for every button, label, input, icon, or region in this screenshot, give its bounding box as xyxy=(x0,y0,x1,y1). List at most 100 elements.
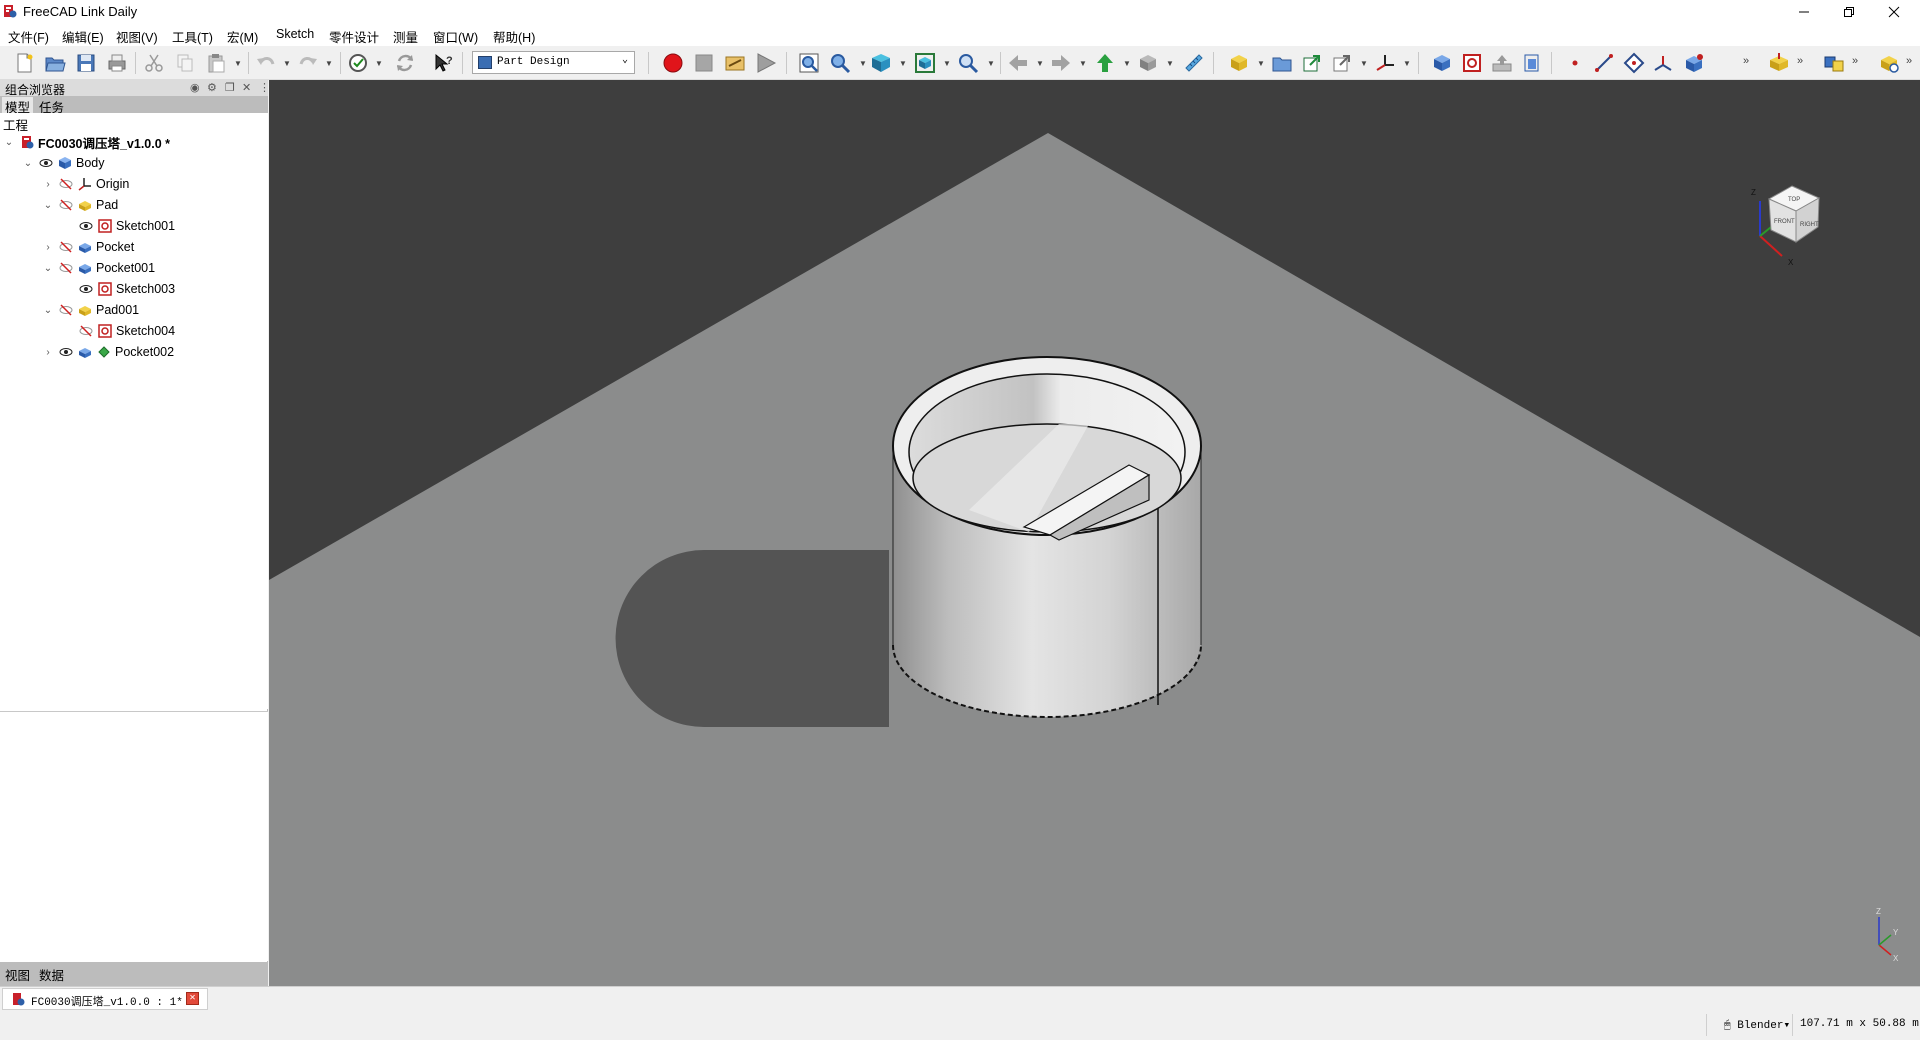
chevron-down-icon[interactable]: ⌄ xyxy=(42,263,54,274)
property-view[interactable] xyxy=(0,711,268,961)
link-actions-button[interactable] xyxy=(1330,51,1354,75)
tree-item-pocket002[interactable]: › Pocket002 xyxy=(42,342,174,362)
whats-this-button[interactable]: ? xyxy=(431,51,455,75)
new-document-button[interactable] xyxy=(12,51,36,75)
tree-item-pad[interactable]: ⌄ Pad xyxy=(42,195,118,215)
tree-item-sketch001[interactable]: Sketch001 xyxy=(78,216,175,236)
macro-record-button[interactable] xyxy=(661,51,685,75)
close-window-button[interactable] xyxy=(1872,0,1916,24)
edit-sketch-button[interactable] xyxy=(1460,51,1484,75)
recompute-button[interactable] xyxy=(393,51,417,75)
measure-button[interactable] xyxy=(1877,51,1901,75)
doc-tab-active[interactable]: FC0030调压塔_v1.0.0 : 1* ✕ xyxy=(2,988,208,1010)
menu-window[interactable]: 窗口(W) xyxy=(433,27,478,46)
open-button[interactable] xyxy=(43,51,67,75)
view-back-button[interactable] xyxy=(1006,51,1030,75)
chevron-down-icon[interactable]: ⌄ xyxy=(42,305,54,316)
fit-selection-button[interactable] xyxy=(828,51,852,75)
tab-view[interactable]: 视图 xyxy=(2,965,33,984)
toolbar-overflow-2[interactable]: » xyxy=(1797,55,1803,67)
part-link-button[interactable] xyxy=(1136,51,1160,75)
3d-scene[interactable] xyxy=(269,80,1920,986)
datum-button[interactable] xyxy=(1373,51,1397,75)
tree-item-body[interactable]: ⌄ Body xyxy=(22,153,105,173)
save-button[interactable] xyxy=(74,51,98,75)
panel-close-icon[interactable]: ✕ xyxy=(242,81,251,94)
menu-measure[interactable]: 测量 xyxy=(393,27,418,46)
eye-icon[interactable] xyxy=(78,281,94,297)
tree-item-pad001[interactable]: ⌄ Pad001 xyxy=(42,300,139,320)
menu-macro[interactable]: 宏(M) xyxy=(227,27,258,46)
eye-hidden-icon[interactable] xyxy=(58,197,74,213)
local-cs-button[interactable] xyxy=(1651,51,1675,75)
menu-part-design[interactable]: 零件设计 xyxy=(329,27,379,46)
paste-button[interactable] xyxy=(204,51,228,75)
copy-button[interactable] xyxy=(173,51,197,75)
send-to-python-button[interactable] xyxy=(1093,51,1117,75)
chevron-down-icon[interactable]: ⌄ xyxy=(22,158,34,169)
eye-hidden-icon[interactable] xyxy=(78,323,94,339)
tab-data[interactable]: 数据 xyxy=(36,965,67,984)
cut-button[interactable] xyxy=(142,51,166,75)
create-body-button[interactable] xyxy=(1227,51,1251,75)
create-part-button[interactable] xyxy=(1270,51,1294,75)
menu-view[interactable]: 视图(V) xyxy=(116,27,158,46)
menu-sketch[interactable]: Sketch xyxy=(276,27,314,41)
navigation-style-selector[interactable]: 🖱 Blender▾ xyxy=(1724,1018,1790,1032)
create-link-button[interactable] xyxy=(1300,51,1324,75)
print-button[interactable] xyxy=(105,51,129,75)
tree-item-sketch003[interactable]: Sketch003 xyxy=(78,279,175,299)
toolbar-overflow-3[interactable]: » xyxy=(1852,55,1858,67)
undo-button[interactable] xyxy=(254,51,278,75)
macro-run-button[interactable] xyxy=(754,51,778,75)
toolbar-overflow-1[interactable]: » xyxy=(1743,55,1749,67)
tree-item-origin[interactable]: › Origin xyxy=(42,174,129,194)
view-forward-button[interactable] xyxy=(1049,51,1073,75)
close-icon[interactable]: ✕ xyxy=(186,992,199,1005)
menu-tools[interactable]: 工具(T) xyxy=(172,27,213,46)
eye-hidden-icon[interactable] xyxy=(58,302,74,318)
panel-settings-icon[interactable]: ⚙ xyxy=(207,81,217,94)
menu-edit[interactable]: 编辑(E) xyxy=(62,27,104,46)
macro-stop-button[interactable] xyxy=(692,51,716,75)
pad-button[interactable] xyxy=(1767,51,1791,75)
chevron-right-icon[interactable]: › xyxy=(42,242,54,253)
chevron-down-icon[interactable]: ⌄ xyxy=(42,200,54,211)
minimize-button[interactable] xyxy=(1782,0,1826,24)
eye-icon[interactable] xyxy=(38,155,54,171)
tree-item-document[interactable]: ⌄ FC0030调压塔_v1.0.0 * xyxy=(3,132,170,152)
bounding-box-button[interactable] xyxy=(913,51,937,75)
datum-point-button[interactable] xyxy=(1563,51,1587,75)
datum-line-button[interactable] xyxy=(1592,51,1616,75)
tree-item-pocket001[interactable]: ⌄ Pocket001 xyxy=(42,258,155,278)
macro-edit-button[interactable] xyxy=(723,51,747,75)
eye-hidden-icon[interactable] xyxy=(58,239,74,255)
view-zoom-button[interactable] xyxy=(956,51,980,75)
eye-hidden-icon[interactable] xyxy=(58,260,74,276)
chevron-right-icon[interactable]: › xyxy=(42,179,54,190)
3d-viewport[interactable]: TOP FRONT RIGHT Z X Z Y X xyxy=(269,80,1920,986)
eye-icon[interactable] xyxy=(58,344,74,360)
restore-button[interactable] xyxy=(1827,0,1871,24)
eye-icon[interactable] xyxy=(78,218,94,234)
refresh-dropdown-button[interactable] xyxy=(346,51,370,75)
workbench-selector[interactable]: Part Design ⌄ xyxy=(472,51,635,74)
eye-hidden-icon[interactable] xyxy=(58,176,74,192)
fit-all-button[interactable] xyxy=(797,51,821,75)
panel-visibility-icon[interactable]: ◉ xyxy=(190,81,200,94)
menu-help[interactable]: 帮助(H) xyxy=(493,27,535,46)
chevron-right-icon[interactable]: › xyxy=(42,347,54,358)
draw-style-button[interactable] xyxy=(869,51,893,75)
navigation-cube[interactable]: TOP FRONT RIGHT Z X xyxy=(1734,161,1844,271)
tree-item-sketch004[interactable]: Sketch004 xyxy=(78,321,175,341)
menu-file[interactable]: 文件(F) xyxy=(8,27,49,46)
shape-binder-button[interactable] xyxy=(1682,51,1706,75)
assembly-button[interactable] xyxy=(1822,51,1846,75)
view-section-button[interactable] xyxy=(1520,51,1544,75)
create-sketch-button[interactable] xyxy=(1430,51,1454,75)
measure-distance-button[interactable] xyxy=(1182,51,1206,75)
datum-plane-button[interactable] xyxy=(1622,51,1646,75)
tree-item-pocket[interactable]: › Pocket xyxy=(42,237,134,257)
toolbar-overflow-4[interactable]: » xyxy=(1906,55,1912,67)
panel-float-icon[interactable]: ❐ xyxy=(225,81,235,94)
